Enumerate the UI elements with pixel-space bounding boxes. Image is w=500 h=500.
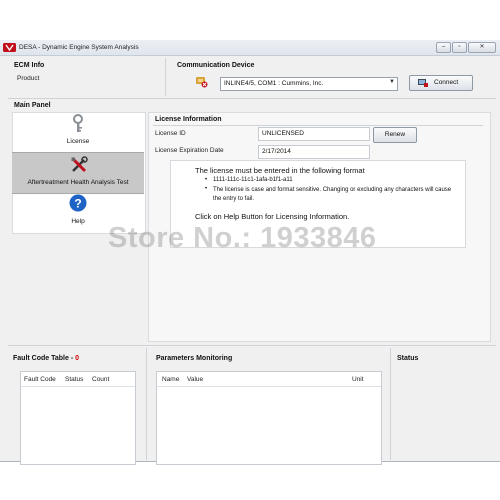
bottom-separator <box>8 345 496 346</box>
license-format-example: 1111-111c-11c1-1afa-b1f1-a11 <box>213 177 293 183</box>
license-format-warning: The license is case and format sensitive… <box>213 187 452 202</box>
panel-item-aftertreatment[interactable]: Aftertreatment Health Analysis Test <box>12 152 144 194</box>
fault-code-heading-text: Fault Code Table - <box>13 355 76 362</box>
maximize-button[interactable]: ▫ <box>452 42 467 53</box>
selected-device-text: INLINE4/5, COM1 : Cummins, Inc. <box>224 80 324 87</box>
table-header-rule <box>157 386 381 387</box>
fault-code-table[interactable]: Fault Code Status Count <box>20 371 136 465</box>
cummins-logo-icon <box>3 43 16 52</box>
license-id-value: UNLICENSED <box>262 130 304 137</box>
tools-icon <box>70 156 88 174</box>
status-heading: Status <box>397 355 419 362</box>
license-help-note: Click on Help Button for Licensing Infor… <box>195 212 350 221</box>
bullet-icon: • <box>205 186 208 192</box>
license-heading-rule <box>153 125 483 126</box>
parameters-table[interactable]: Name Value Unit <box>156 371 382 465</box>
connect-icon <box>418 79 428 87</box>
ecm-info-heading: ECM Info <box>14 62 45 69</box>
license-expiration-value: 2/17/2014 <box>262 148 291 155</box>
close-button[interactable]: ✕ <box>468 42 496 53</box>
panel-item-license[interactable]: License <box>12 112 144 152</box>
connect-button[interactable]: Connect <box>409 75 473 91</box>
bottom-divider-right <box>390 348 391 460</box>
column-name[interactable]: Name <box>162 376 179 383</box>
column-value[interactable]: Value <box>187 376 203 383</box>
license-heading: License Information <box>155 116 222 123</box>
window-title: DESA - Dynamic Engine System Analysis <box>19 44 139 51</box>
column-status[interactable]: Status <box>65 376 83 383</box>
svg-text:?: ? <box>74 197 81 211</box>
panel-item-aftertreatment-label: Aftertreatment Health Analysis Test <box>27 179 129 186</box>
renew-button[interactable]: Renew <box>373 127 417 143</box>
help-icon: ? <box>69 194 87 212</box>
product-label: Product <box>17 75 40 82</box>
parameters-heading: Parameters Monitoring <box>156 355 233 362</box>
minimize-button[interactable]: – <box>436 42 451 53</box>
store-watermark: Store No.: 1933846 <box>108 222 377 254</box>
main-panel-heading: Main Panel <box>14 102 51 109</box>
license-format-heading: The license must be entered in the follo… <box>195 166 365 175</box>
license-expiration-label: License Expiration Date <box>155 147 224 154</box>
bottom-divider-left <box>146 348 147 460</box>
communication-device-select[interactable]: INLINE4/5, COM1 : Cummins, Inc. ▼ <box>220 77 398 91</box>
header-separator <box>8 98 496 99</box>
table-header-rule <box>21 386 135 387</box>
bullet-icon: • <box>205 177 208 183</box>
panel-item-license-label: License <box>66 138 90 145</box>
communication-heading: Communication Device <box>177 62 255 69</box>
connect-label: Connect <box>434 79 459 86</box>
license-id-label: License ID <box>155 130 186 137</box>
license-id-field[interactable]: UNLICENSED <box>258 127 370 141</box>
column-unit[interactable]: Unit <box>352 376 364 383</box>
key-icon <box>71 114 85 134</box>
fault-code-heading: Fault Code Table - 0 <box>13 355 79 362</box>
header-divider <box>165 58 166 96</box>
column-count[interactable]: Count <box>92 376 109 383</box>
license-expiration-field: 2/17/2014 <box>258 145 370 159</box>
chevron-down-icon: ▼ <box>389 79 395 85</box>
column-fault-code[interactable]: Fault Code <box>24 376 56 383</box>
fault-code-count: 0 <box>75 355 80 362</box>
communication-device-icon <box>194 74 208 88</box>
